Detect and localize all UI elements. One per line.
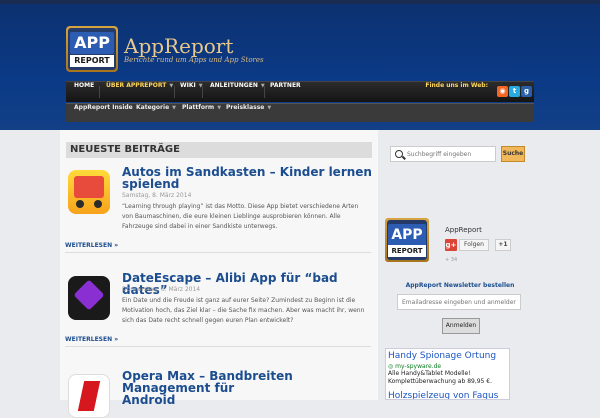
- subnav-item-plattform[interactable]: Plattform ▼: [182, 104, 221, 122]
- nav-label: WIKI: [180, 82, 196, 89]
- toy-car-icon: [74, 176, 104, 198]
- divider: [65, 252, 371, 253]
- logo-report-text: REPORT: [70, 55, 114, 67]
- post-thumbnail[interactable]: [68, 170, 110, 214]
- subnav-item-preisklasse[interactable]: Preisklasse ▼: [226, 104, 271, 122]
- site-tagline: Berichte rund um Apps und App Stores: [124, 56, 264, 64]
- newsletter-title: AppReport Newsletter bestellen: [405, 282, 515, 289]
- wheel-icon: [76, 200, 84, 208]
- chevron-down-icon: ▼: [267, 105, 272, 111]
- chevron-down-icon: ▼: [217, 105, 222, 111]
- logo-app-text: APP: [70, 32, 114, 54]
- logo-report-text: REPORT: [388, 245, 426, 257]
- ad-text: Alle Handy&Tablet Modelle! Komplettüberw…: [388, 370, 493, 385]
- post-excerpt: “Learning through playing” ist das Motto…: [122, 203, 359, 230]
- subnav-item-appreport-inside[interactable]: AppReport Inside: [74, 104, 133, 122]
- post-title[interactable]: Autos im Sandkasten – Kinder lernen spie…: [122, 166, 372, 190]
- nav-item-wiki[interactable]: WIKI ▼: [180, 82, 203, 102]
- post-date: Samstag, 8. März 2014: [122, 192, 192, 199]
- wheel-icon: [94, 200, 102, 208]
- follow-button[interactable]: Folgen: [459, 239, 489, 251]
- subnav-label: Kategorie: [136, 104, 170, 111]
- search-button[interactable]: Suche: [501, 146, 525, 162]
- google-plus-icon[interactable]: g: [521, 86, 532, 97]
- post-thumbnail[interactable]: [68, 276, 110, 320]
- read-more-link[interactable]: WEITERLESEN »: [65, 336, 118, 343]
- google-plus-badge: APP REPORT AppReport g+ Folgen +1 + 34: [385, 218, 523, 268]
- main-content: NEUESTE BEITRÄGE Autos im Sandkasten – K…: [60, 130, 378, 418]
- nav-item-ueber-appreport[interactable]: ÜBER APPREPORT ▼: [106, 82, 173, 102]
- chevron-down-icon: ▼: [172, 105, 176, 111]
- sub-nav: AppReport Inside Kategorie ▼ Plattform ▼ P…: [66, 103, 534, 122]
- gplus-page-name[interactable]: AppReport: [445, 226, 482, 234]
- twitter-icon[interactable]: t: [509, 86, 520, 97]
- google-plus-icon: g+: [445, 239, 457, 251]
- post-date: Donnerstag, 6. März 2014: [122, 286, 201, 293]
- subnav-label: Plattform: [182, 104, 215, 111]
- chevron-down-icon: ▼: [169, 83, 174, 89]
- plus-one-button[interactable]: +1: [495, 239, 511, 251]
- follower-count: + 34: [445, 257, 458, 263]
- ad-url[interactable]: ◎ my-spyware.de: [388, 363, 441, 370]
- appreport-badge-logo[interactable]: APP REPORT: [385, 218, 429, 262]
- rss-icon[interactable]: ◉: [497, 86, 508, 97]
- subnav-item-kategorie[interactable]: Kategorie ▼: [136, 104, 176, 122]
- nav-item-anleitungen[interactable]: ANLEITUNGEN ▼: [210, 82, 265, 102]
- nav-divider: [99, 86, 100, 98]
- find-us-label: Finde uns im Web:: [425, 82, 488, 89]
- ad-block: Handy Spionage Ortung ◎ my-spyware.de Al…: [385, 348, 510, 400]
- nav-label: ÜBER APPREPORT: [106, 82, 167, 89]
- search-box: [390, 146, 496, 162]
- nav-label: ANLEITUNGEN: [210, 82, 258, 89]
- post-title-line: spielend: [122, 177, 180, 191]
- post-title-line: Android: [122, 393, 176, 407]
- nav-divider: [264, 86, 265, 98]
- nav-divider: [202, 86, 203, 98]
- search-input[interactable]: [407, 149, 493, 159]
- nav-item-home[interactable]: HOME: [74, 82, 94, 102]
- post-thumbnail[interactable]: [68, 374, 110, 418]
- ad-url-text: my-spyware.de: [395, 363, 442, 370]
- opera-max-icon: [77, 381, 101, 411]
- search-icon: [395, 150, 403, 158]
- read-more-link[interactable]: WEITERLESEN »: [65, 242, 118, 249]
- section-title: NEUESTE BEITRÄGE: [66, 142, 372, 158]
- logo-app-text: APP: [388, 224, 426, 246]
- nav-divider: [174, 86, 175, 98]
- post-excerpt: Ein Date und die Freude ist ganz auf eur…: [122, 297, 365, 324]
- ad-title-link[interactable]: Holzspielzeug von Fagus: [388, 391, 498, 399]
- broken-heart-icon: [73, 279, 105, 311]
- newsletter-email-input[interactable]: [397, 294, 521, 310]
- sidebar: Suche APP REPORT AppReport g+ Folgen +1 …: [385, 130, 535, 400]
- subnav-label: Preisklasse: [226, 104, 265, 111]
- subscribe-button[interactable]: Anmelden: [442, 318, 480, 334]
- divider: [65, 346, 371, 347]
- ad-title-link[interactable]: Handy Spionage Ortung: [388, 351, 496, 361]
- nav-item-partner[interactable]: PARTNER: [270, 82, 301, 102]
- main-nav: HOME ÜBER APPREPORT ▼ WIKI ▼ ANLEITUNGEN ▼ …: [66, 81, 534, 102]
- site-title[interactable]: AppReport: [124, 34, 233, 58]
- site-logo[interactable]: APP REPORT: [66, 26, 118, 72]
- post-title-line: Opera Max – Bandbreiten Management für: [122, 369, 293, 395]
- post-title[interactable]: Opera Max – Bandbreiten Management für A…: [122, 370, 372, 406]
